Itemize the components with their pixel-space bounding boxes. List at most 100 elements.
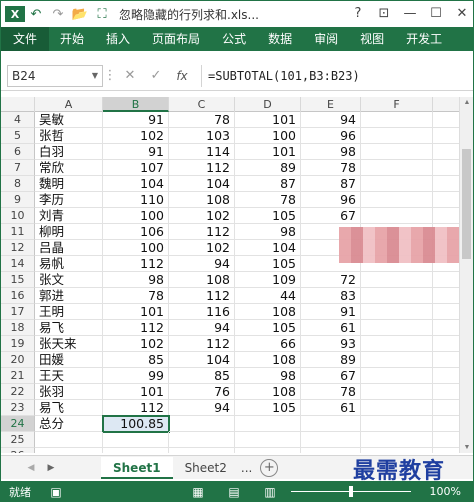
cell-e26[interactable] <box>301 448 361 453</box>
page-layout-view-icon[interactable]: ▤ <box>223 485 245 499</box>
cell-d18[interactable]: 105 <box>235 320 301 336</box>
cell-a9[interactable]: 李历 <box>35 192 103 208</box>
cell-a21[interactable]: 王天 <box>35 368 103 384</box>
cell-a23[interactable]: 易飞 <box>35 400 103 416</box>
cell-g23[interactable] <box>433 400 459 416</box>
row-header[interactable]: 16 <box>1 288 35 304</box>
column-header-c[interactable]: C <box>169 97 235 112</box>
row-header[interactable]: 20 <box>1 352 35 368</box>
cell-f8[interactable] <box>361 176 433 192</box>
cell-b4[interactable]: 91 <box>103 112 169 128</box>
cell-d20[interactable]: 108 <box>235 352 301 368</box>
cell-c5[interactable]: 103 <box>169 128 235 144</box>
cell-f19[interactable] <box>361 336 433 352</box>
cell-a25[interactable] <box>35 432 103 448</box>
cell-c15[interactable]: 108 <box>169 272 235 288</box>
cell-c19[interactable]: 112 <box>169 336 235 352</box>
select-all-corner[interactable] <box>1 97 35 112</box>
cell-f7[interactable] <box>361 160 433 176</box>
cell-c7[interactable]: 112 <box>169 160 235 176</box>
cell-c9[interactable]: 108 <box>169 192 235 208</box>
tab-insert[interactable]: 插入 <box>95 27 141 51</box>
cell-d10[interactable]: 105 <box>235 208 301 224</box>
row-header[interactable]: 24 <box>1 416 35 432</box>
cell-f18[interactable] <box>361 320 433 336</box>
cell-d15[interactable]: 109 <box>235 272 301 288</box>
row-header[interactable]: 25 <box>1 432 35 448</box>
cell-e5[interactable]: 96 <box>301 128 361 144</box>
row-header[interactable]: 15 <box>1 272 35 288</box>
cell-b18[interactable]: 112 <box>103 320 169 336</box>
cell-g19[interactable] <box>433 336 459 352</box>
formula-input[interactable]: =SUBTOTAL(101,B3:B23) <box>201 64 473 87</box>
cell-b24[interactable]: 100.85 <box>102 415 170 433</box>
row-header[interactable]: 21 <box>1 368 35 384</box>
column-header-e[interactable]: E <box>301 97 361 112</box>
cell-e6[interactable]: 98 <box>301 144 361 160</box>
tab-data[interactable]: 数据 <box>257 27 303 51</box>
add-sheet-icon[interactable]: + <box>260 458 279 477</box>
zoom-level[interactable]: 100% <box>430 485 461 498</box>
cell-f5[interactable] <box>361 128 433 144</box>
cell-f16[interactable] <box>361 288 433 304</box>
row-header[interactable]: 11 <box>1 224 35 240</box>
cell-g17[interactable] <box>433 304 459 320</box>
cell-c8[interactable]: 104 <box>169 176 235 192</box>
redo-icon[interactable]: ↷ <box>47 4 69 24</box>
cell-a22[interactable]: 张羽 <box>35 384 103 400</box>
row-header[interactable]: 22 <box>1 384 35 400</box>
cell-d8[interactable]: 87 <box>235 176 301 192</box>
cell-f25[interactable] <box>361 432 433 448</box>
cell-c11[interactable]: 112 <box>169 224 235 240</box>
enter-icon[interactable]: ✓ <box>143 68 169 83</box>
cell-b25[interactable] <box>103 432 169 448</box>
cell-g18[interactable] <box>433 320 459 336</box>
normal-view-icon[interactable]: ▦ <box>187 485 209 499</box>
cell-g8[interactable] <box>433 176 459 192</box>
cell-a16[interactable]: 郭进 <box>35 288 103 304</box>
cell-g10[interactable] <box>433 208 459 224</box>
row-header[interactable]: 23 <box>1 400 35 416</box>
tab-sheet1[interactable]: Sheet1 <box>101 456 173 479</box>
cell-b26[interactable] <box>103 448 169 453</box>
cell-d9[interactable]: 78 <box>235 192 301 208</box>
cell-a6[interactable]: 白羽 <box>35 144 103 160</box>
ribbon-display-options-icon[interactable]: ⊡ <box>371 1 397 25</box>
cell-f6[interactable] <box>361 144 433 160</box>
column-header-b[interactable]: B <box>103 97 169 112</box>
cell-a14[interactable]: 易帆 <box>35 256 103 272</box>
cell-g25[interactable] <box>433 432 459 448</box>
cell-b9[interactable]: 110 <box>103 192 169 208</box>
undo-icon[interactable]: ↶ <box>25 4 47 24</box>
cell-a19[interactable]: 张天来 <box>35 336 103 352</box>
cell-d12[interactable]: 104 <box>235 240 301 256</box>
cell-b23[interactable]: 112 <box>103 400 169 416</box>
cell-b19[interactable]: 102 <box>103 336 169 352</box>
prev-sheet-icon[interactable]: ◀ <box>21 463 41 473</box>
macro-record-icon[interactable]: ▣ <box>45 485 67 499</box>
cell-f10[interactable] <box>361 208 433 224</box>
cell-f20[interactable] <box>361 352 433 368</box>
cell-a17[interactable]: 王明 <box>35 304 103 320</box>
cell-c17[interactable]: 116 <box>169 304 235 320</box>
cell-a12[interactable]: 吕晶 <box>35 240 103 256</box>
cell-f24[interactable] <box>361 416 433 432</box>
cell-c16[interactable]: 112 <box>169 288 235 304</box>
cell-d21[interactable]: 98 <box>235 368 301 384</box>
cell-g6[interactable] <box>433 144 459 160</box>
row-header[interactable]: 18 <box>1 320 35 336</box>
cell-g7[interactable] <box>433 160 459 176</box>
help-button[interactable]: ? <box>345 1 371 25</box>
cell-b14[interactable]: 112 <box>103 256 169 272</box>
cell-a11[interactable]: 柳明 <box>35 224 103 240</box>
cell-d25[interactable] <box>235 432 301 448</box>
cell-d7[interactable]: 89 <box>235 160 301 176</box>
tab-page-layout[interactable]: 页面布局 <box>141 27 211 51</box>
cell-d26[interactable] <box>235 448 301 453</box>
cell-d22[interactable]: 108 <box>235 384 301 400</box>
cell-b5[interactable]: 102 <box>103 128 169 144</box>
vertical-scrollbar[interactable]: ▲ ▼ <box>459 97 473 453</box>
cell-c23[interactable]: 94 <box>169 400 235 416</box>
cell-f17[interactable] <box>361 304 433 320</box>
cell-d19[interactable]: 66 <box>235 336 301 352</box>
